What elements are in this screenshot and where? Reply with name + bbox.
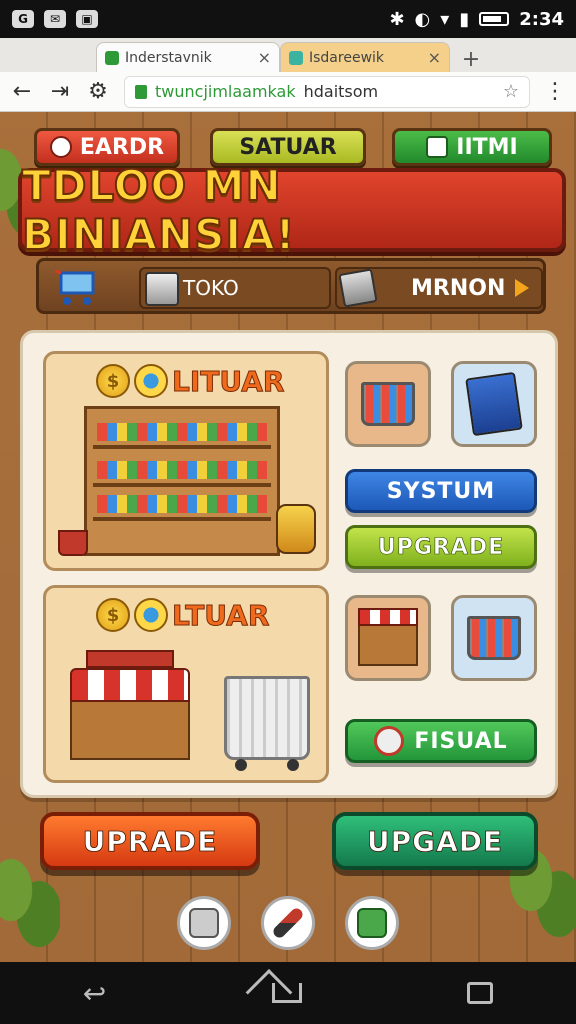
tab-bar: Inderstavnik × Isdareewik × + — [0, 38, 576, 72]
jar-icon — [276, 504, 316, 554]
clock: 2:34 — [519, 8, 564, 30]
flyer-item-tile[interactable] — [451, 361, 537, 447]
tab-close-icon[interactable]: × — [258, 48, 271, 67]
box-icon — [189, 908, 219, 938]
shelf-illustration — [84, 406, 280, 556]
chip-label: EARDR — [79, 134, 165, 160]
game-title: TDLOO MN BINIANSIA! — [21, 160, 296, 260]
lock-icon — [135, 84, 147, 99]
tab-label: Inderstavnik — [125, 49, 212, 66]
system-nav-bar: ↩ — [0, 962, 576, 1024]
tab-label: Isdareewik — [309, 49, 385, 66]
new-tab-button[interactable]: + — [456, 47, 486, 72]
bottom-tool-row — [0, 896, 576, 950]
card-title: LTUAR — [171, 598, 270, 632]
address-bar: ← ⇥ ⚙ twuncjimlaamkak hdaitsom ☆ ⋮ — [0, 72, 576, 112]
menu-icon[interactable]: ⋮ — [544, 79, 566, 104]
spray-icon — [357, 908, 387, 938]
settings-icon[interactable]: ⚙ — [86, 79, 110, 104]
fisual-button[interactable]: FISUAL — [345, 719, 537, 763]
toko-slot[interactable]: TOKO — [139, 267, 331, 309]
tab-isdareewik[interactable]: Isdareewik × — [280, 42, 450, 72]
shop-icon — [358, 608, 418, 668]
nav-recents-icon[interactable] — [467, 982, 494, 1004]
button-label: SYSTUM — [386, 478, 496, 504]
tab-close-icon[interactable]: × — [428, 48, 441, 67]
phone-icon — [426, 136, 449, 158]
mrnon-slot[interactable]: MRNON — [335, 267, 543, 309]
nav-back-icon[interactable]: ↩ — [83, 977, 106, 1010]
uprade-button[interactable]: UPRADE — [40, 812, 260, 870]
shopping-cart-icon — [361, 382, 415, 426]
shop-icon: ▣ — [76, 10, 98, 28]
upgade-button[interactable]: UPGADE — [332, 812, 538, 870]
globe-coin-icon — [134, 598, 168, 632]
cart-icon[interactable] — [53, 267, 101, 307]
coin-icon: $ — [96, 364, 130, 398]
potted-plant-icon — [58, 530, 88, 556]
flyer-icon — [465, 371, 523, 437]
chip-label: IITMI — [456, 134, 518, 160]
shop-card-lituar[interactable]: $ LITUAR — [43, 351, 329, 571]
systum-button[interactable]: SYSTUM — [345, 469, 537, 513]
coin-icon: $ — [96, 598, 130, 632]
main-panel: $ LITUAR $ LTUAR SYSTUM UPGRADE FISUAL — [20, 330, 558, 798]
url-field[interactable]: twuncjimlaamkak hdaitsom ☆ — [124, 75, 530, 108]
status-bar: G ✉ ▣ ✱ ◐ ▾ ▮ 2:34 — [0, 0, 576, 38]
spray-tool-button[interactable] — [345, 896, 399, 950]
shopping-cart-illustration — [224, 676, 310, 771]
target-icon — [49, 136, 72, 158]
pen-tool-button[interactable] — [261, 896, 315, 950]
card-header: $ LITUAR — [96, 364, 285, 398]
upgrade-button[interactable]: UPGRADE — [345, 525, 537, 569]
nav-home-icon[interactable] — [271, 983, 302, 1003]
tab-favicon-icon — [105, 50, 119, 65]
button-label: UPGADE — [366, 824, 504, 858]
cart-item-tile[interactable] — [345, 361, 431, 447]
compass-icon — [374, 726, 405, 756]
tab-favicon-icon — [289, 50, 303, 65]
button-label: UPGRADE — [377, 534, 505, 560]
play-arrow-icon — [515, 279, 530, 297]
chip-label: SATUAR — [239, 134, 337, 160]
forward-icon[interactable]: ⇥ — [48, 79, 72, 104]
back-icon[interactable]: ← — [10, 79, 34, 104]
card-header: $ LTUAR — [96, 598, 270, 632]
button-label: UPRADE — [82, 824, 218, 858]
signal-icon: ▮ — [459, 8, 470, 30]
vibrate-icon: ◐ — [414, 8, 431, 30]
bookmark-star-icon[interactable]: ☆ — [503, 81, 519, 102]
register-icon — [338, 268, 378, 308]
game-canvas: EARDR SATUAR IITMI TDLOO MN BINIANSIA! T… — [0, 112, 576, 962]
shop-strip: TOKO MRNON — [36, 258, 546, 314]
url-rest: hdaitsom — [303, 82, 379, 101]
globe-coin-icon — [134, 364, 168, 398]
fridge-icon — [145, 272, 179, 306]
tab-inderstavnik[interactable]: Inderstavnik × — [96, 42, 280, 72]
toko-label: TOKO — [183, 276, 239, 300]
market-stall-illustration — [70, 650, 190, 760]
mrnon-label: MRNON — [411, 275, 506, 301]
url-highlight: twuncjimlaamkak — [155, 82, 296, 101]
messenger-icon: G — [12, 10, 34, 28]
shop-item-tile[interactable] — [345, 595, 431, 681]
pen-icon — [271, 906, 305, 940]
mail-icon: ✉ — [44, 10, 66, 28]
shop-card-ltuar[interactable]: $ LTUAR — [43, 585, 329, 783]
button-label: FISUAL — [414, 728, 508, 754]
bluetooth-icon: ✱ — [389, 8, 405, 30]
card-title: LITUAR — [171, 364, 285, 398]
wifi-icon: ▾ — [440, 8, 450, 30]
battery-icon — [479, 12, 510, 26]
cart-money-icon — [467, 616, 521, 660]
box-tool-button[interactable] — [177, 896, 231, 950]
cart-money-tile[interactable] — [451, 595, 537, 681]
title-banner: TDLOO MN BINIANSIA! — [18, 160, 566, 260]
